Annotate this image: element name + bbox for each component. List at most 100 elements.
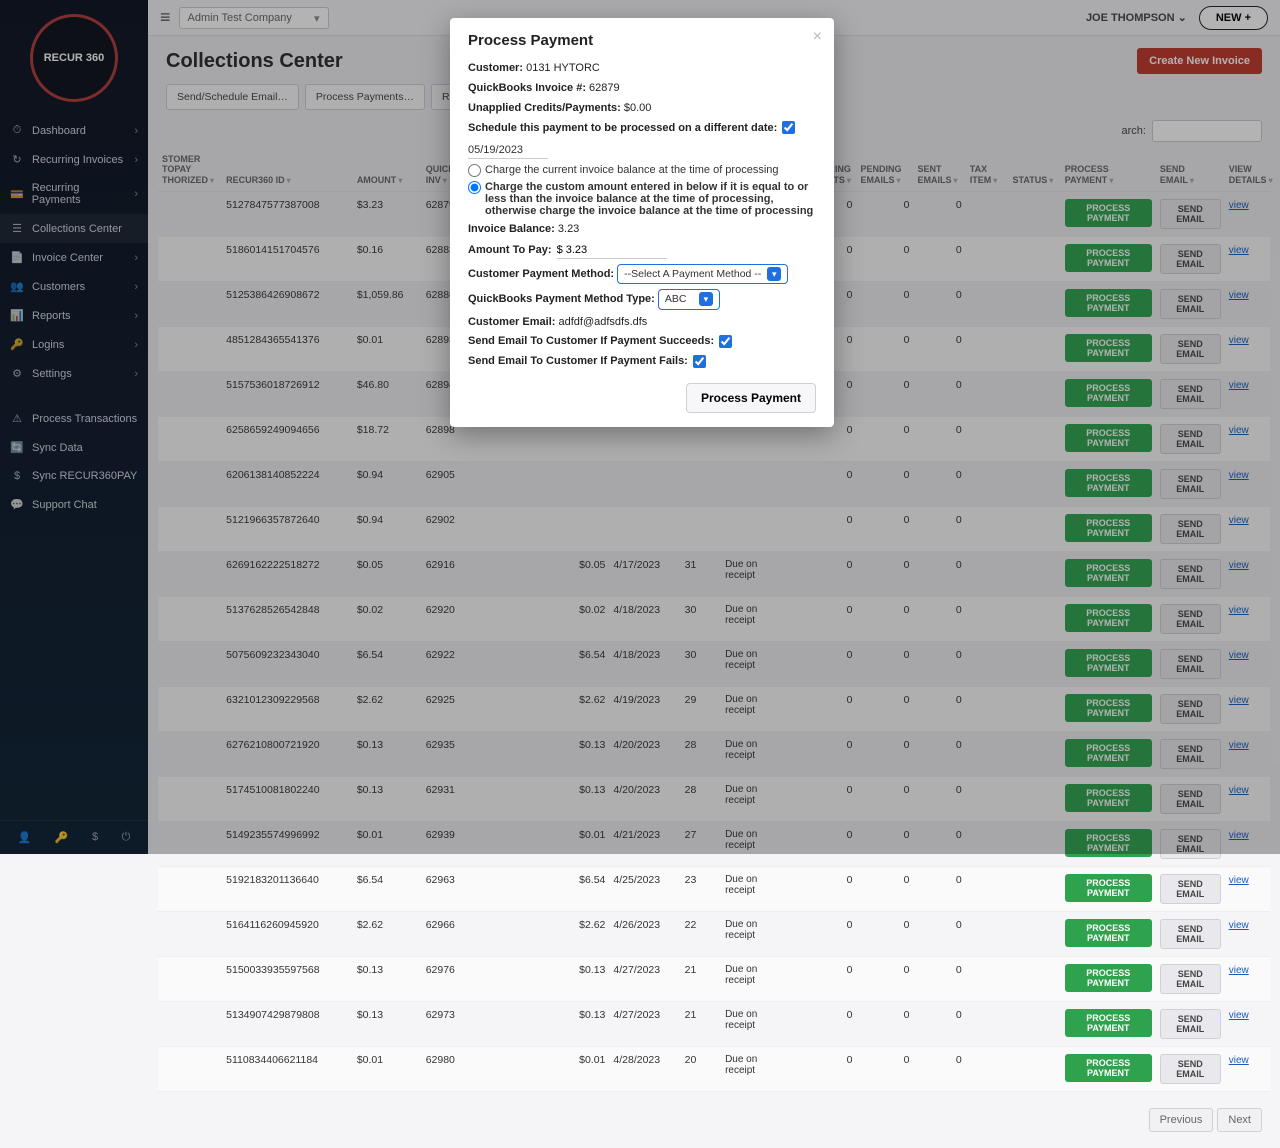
send-email-button[interactable]: SEND EMAIL (1160, 1054, 1221, 1084)
cell: 5150033935597568 (222, 957, 353, 1002)
pager-prev-button[interactable]: Previous (1149, 1108, 1214, 1132)
cell: 22 (681, 912, 721, 957)
cell: $6.54 (353, 867, 422, 912)
send-email-button[interactable]: SEND EMAIL (1160, 1009, 1221, 1039)
email-success-label: Send Email To Customer If Payment Succee… (468, 335, 714, 347)
email-fail-label: Send Email To Customer If Payment Fails: (468, 355, 688, 367)
cell (966, 912, 1009, 957)
view-link[interactable]: view (1229, 965, 1249, 976)
cell: PROCESS PAYMENT (1061, 957, 1156, 1002)
cust-payment-method-select[interactable]: --Select A Payment Method --▾ (617, 264, 788, 284)
amount-input[interactable] (557, 242, 667, 259)
cell: 0 (856, 1002, 913, 1047)
schedule-checkbox[interactable] (782, 121, 795, 134)
cell (493, 912, 550, 957)
cell: SEND EMAIL (1156, 1047, 1225, 1092)
send-email-button[interactable]: SEND EMAIL (1160, 964, 1221, 994)
cell: 5192183201136640 (222, 867, 353, 912)
cell: view (1225, 912, 1270, 957)
cell: 0 (914, 912, 966, 957)
cell (966, 957, 1009, 1002)
process-payment-button[interactable]: PROCESS PAYMENT (1065, 964, 1152, 992)
balance-value: 3.23 (558, 223, 579, 235)
cell: PROCESS PAYMENT (1061, 867, 1156, 912)
cell: $0.01 (353, 1047, 422, 1092)
cell (1009, 1002, 1061, 1047)
chevron-down-icon: ▾ (699, 292, 713, 306)
cell (493, 1047, 550, 1092)
cust-payment-method-label: Customer Payment Method: (468, 268, 614, 280)
cell: 0 (914, 867, 966, 912)
close-icon[interactable]: × (813, 28, 822, 46)
cell: PROCESS PAYMENT (1061, 1047, 1156, 1092)
cell: 62980 (422, 1047, 493, 1092)
cell: 0 (792, 867, 856, 912)
qb-payment-method-select[interactable]: ABC▾ (658, 289, 720, 309)
process-payment-modal: × Process Payment Customer: 0131 HYTORC … (450, 18, 834, 427)
cell: $0.01 (550, 1047, 609, 1092)
send-email-button[interactable]: SEND EMAIL (1160, 874, 1221, 904)
qb-payment-method-label: QuickBooks Payment Method Type: (468, 293, 655, 305)
cell: view (1225, 867, 1270, 912)
cell (493, 957, 550, 1002)
cell: 0 (856, 867, 913, 912)
charge-current-label: Charge the current invoice balance at th… (485, 164, 816, 176)
pager: Previous Next (148, 1100, 1280, 1148)
cell: 4/27/2023 (609, 1002, 680, 1047)
cell (158, 912, 222, 957)
process-payment-button[interactable]: PROCESS PAYMENT (1065, 874, 1152, 902)
cell: $6.54 (550, 867, 609, 912)
cell: 0 (792, 1002, 856, 1047)
process-payment-button[interactable]: PROCESS PAYMENT (1065, 1054, 1152, 1082)
customer-value: 0131 HYTORC (526, 62, 600, 74)
cell: view (1225, 1002, 1270, 1047)
charge-custom-label: Charge the custom amount entered in belo… (485, 181, 816, 217)
cell: Due onreceipt (721, 1047, 792, 1092)
charge-current-radio[interactable] (468, 164, 481, 177)
cell: $0.13 (353, 957, 422, 1002)
cell: 62966 (422, 912, 493, 957)
email-fail-checkbox[interactable] (693, 355, 706, 368)
cell: SEND EMAIL (1156, 867, 1225, 912)
view-link[interactable]: view (1229, 920, 1249, 931)
cell (1009, 1047, 1061, 1092)
cell: 20 (681, 1047, 721, 1092)
view-link[interactable]: view (1229, 1055, 1249, 1066)
cell: 5110834406621184 (222, 1047, 353, 1092)
send-email-button[interactable]: SEND EMAIL (1160, 919, 1221, 949)
charge-custom-radio[interactable] (468, 181, 481, 194)
cell (158, 1047, 222, 1092)
customer-email-label: Customer Email: (468, 316, 555, 328)
table-row: 5164116260945920$2.6262966$2.624/26/2023… (158, 912, 1270, 957)
cell: 4/28/2023 (609, 1047, 680, 1092)
cell: $2.62 (550, 912, 609, 957)
process-payment-button[interactable]: PROCESS PAYMENT (1065, 919, 1152, 947)
cell: 23 (681, 867, 721, 912)
cell: 5134907429879808 (222, 1002, 353, 1047)
table-row: 5192183201136640$6.5462963$6.544/25/2023… (158, 867, 1270, 912)
table-row: 5110834406621184$0.0162980$0.014/28/2023… (158, 1047, 1270, 1092)
cell: $0.13 (550, 957, 609, 1002)
cell: $0.13 (550, 1002, 609, 1047)
cell: 0 (792, 1047, 856, 1092)
cell: 0 (856, 912, 913, 957)
schedule-date-input[interactable] (468, 142, 548, 159)
qb-invoice-label: QuickBooks Invoice #: (468, 82, 586, 94)
email-success-checkbox[interactable] (719, 335, 732, 348)
submit-process-payment-button[interactable]: Process Payment (686, 383, 816, 413)
cell (158, 957, 222, 1002)
cell: 0 (914, 1002, 966, 1047)
table-row: 5134907429879808$0.1362973$0.134/27/2023… (158, 1002, 1270, 1047)
view-link[interactable]: view (1229, 1010, 1249, 1021)
unapplied-value: $0.00 (624, 102, 652, 114)
cell: 4/27/2023 (609, 957, 680, 1002)
cell: view (1225, 957, 1270, 1002)
cell (493, 867, 550, 912)
cell (158, 1002, 222, 1047)
process-payment-button[interactable]: PROCESS PAYMENT (1065, 1009, 1152, 1037)
view-link[interactable]: view (1229, 875, 1249, 886)
cell (966, 1002, 1009, 1047)
cell: 62976 (422, 957, 493, 1002)
cell: Due onreceipt (721, 867, 792, 912)
pager-next-button[interactable]: Next (1217, 1108, 1262, 1132)
